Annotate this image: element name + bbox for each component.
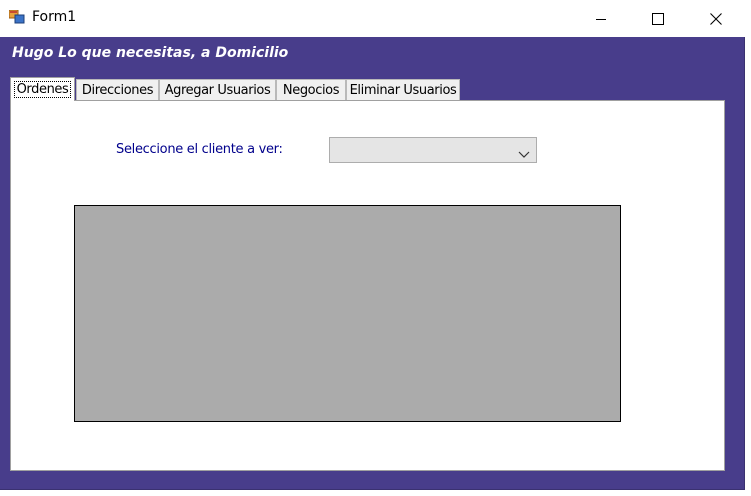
tab-direcciones[interactable]: Direcciones	[76, 79, 159, 101]
client-select[interactable]	[329, 137, 537, 163]
window-title: Form1	[32, 9, 77, 25]
tab-agregar-usuarios[interactable]: Agregar Usuarios	[159, 79, 276, 101]
tab-label: Ordenes	[13, 81, 72, 98]
minimize-icon	[595, 13, 607, 25]
client-select-label: Seleccione el cliente a ver:	[116, 142, 283, 157]
tab-label: Eliminar Usuarios	[349, 83, 457, 98]
tab-label: Agregar Usuarios	[164, 83, 271, 98]
app-header-label: Hugo Lo que necesitas, a Domicilio	[12, 45, 289, 61]
close-button[interactable]	[687, 0, 745, 37]
tab-label: Negocios	[282, 83, 340, 98]
main-window: Form1 Hugo Lo que necesitas, a Domicilio…	[0, 0, 745, 490]
tab-negocios[interactable]: Negocios	[276, 79, 346, 101]
orders-data-grid[interactable]	[74, 205, 621, 422]
title-bar[interactable]: Form1	[0, 0, 745, 37]
maximize-button[interactable]	[629, 0, 687, 37]
chevron-down-icon[interactable]	[518, 146, 530, 164]
minimize-button[interactable]	[572, 0, 630, 37]
tab-eliminar-usuarios[interactable]: Eliminar Usuarios	[346, 79, 460, 101]
tab-ordenes[interactable]: Ordenes	[10, 77, 75, 101]
close-icon	[710, 12, 722, 25]
maximize-icon	[652, 12, 664, 25]
form-app-icon	[8, 9, 25, 24]
tab-label: Direcciones	[81, 83, 154, 98]
